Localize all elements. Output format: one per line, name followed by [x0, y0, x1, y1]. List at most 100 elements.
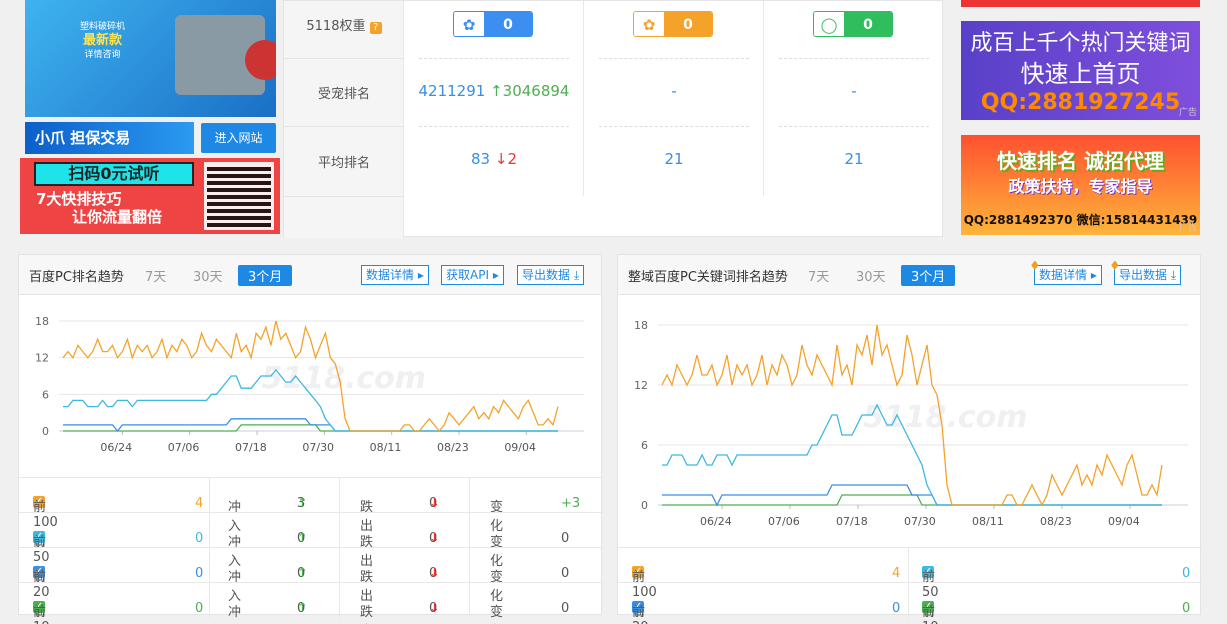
metrics-label-column: 5118权重 ? 受宠排名 平均排名: [284, 1, 404, 238]
change-value: 0: [561, 531, 570, 546]
fav-rank-so360: -: [671, 82, 677, 100]
column-divider: [339, 583, 340, 618]
stat-value: 4: [195, 496, 204, 511]
column-divider: [469, 513, 470, 548]
y-tick-label: 18: [35, 315, 49, 328]
tab-30-days[interactable]: 30天: [193, 266, 223, 285]
data-detail-button[interactable]: 数据详情 ▸: [361, 265, 429, 285]
fav-rank-baidu[interactable]: 4211291 ↑3046894: [404, 82, 584, 100]
enter-site-button[interactable]: 进入网站: [201, 123, 276, 153]
paw-icon: ✿: [634, 12, 664, 36]
ad-qr-text: 7大快排技巧 让你流量翻倍: [36, 190, 162, 226]
divider: [284, 126, 404, 127]
ad-machine-line3: 详情咨询: [84, 50, 121, 60]
divider: [599, 58, 749, 59]
tab-3-months[interactable]: 3个月: [901, 265, 956, 286]
ad-top-strip[interactable]: [961, 0, 1200, 7]
tab-3-months[interactable]: 3个月: [238, 265, 293, 286]
column-divider: [339, 513, 340, 548]
baidu-weight-badge[interactable]: ✿ 0: [453, 11, 533, 37]
stat-label: 前10名: [922, 605, 939, 624]
divider: [779, 58, 929, 59]
baidu-pc-trend-panel: 百度PC排名趋势 7天 30天 3个月 数据详情 ▸ 获取API ▸ 导出数据 …: [18, 254, 603, 624]
y-tick-label: 0: [42, 425, 49, 438]
avg-rank-shenma[interactable]: 21: [764, 150, 944, 168]
column-divider: [908, 583, 909, 618]
ad-qr-title: 扫码0元试听: [34, 162, 194, 186]
column-divider: [209, 478, 210, 513]
help-icon[interactable]: ?: [369, 22, 382, 34]
x-tick-label: 08/11: [370, 441, 402, 454]
qr-code-image: [204, 162, 274, 230]
data-detail-button[interactable]: ♦ 数据详情 ▸: [1029, 259, 1102, 285]
watermark-text: 5118.com: [863, 400, 1028, 435]
x-tick-label: 09/04: [1108, 515, 1140, 528]
vip-crown-icon: ♦: [1029, 259, 1041, 274]
x-tick-label: 07/06: [168, 441, 200, 454]
watermark-text: 5118.com: [262, 361, 427, 396]
ad-agent-line1: 快速排名 诚招代理: [997, 149, 1164, 173]
ad-machine-line2: 最新款: [83, 33, 123, 48]
arrow-up-icon: ↑: [297, 601, 308, 616]
ad-keyword-banner[interactable]: 成百上千个热门关键词 快速上首页 QQ:2881927245 广告: [961, 21, 1200, 120]
ad-qr-banner[interactable]: 扫码0元试听 7大快排技巧 让你流量翻倍: [20, 158, 280, 234]
export-data-button[interactable]: ♦ 导出数据 ⤓: [1109, 259, 1182, 285]
series-line: [63, 424, 558, 432]
y-tick-label: 12: [634, 379, 648, 392]
export-data-label: 导出数据: [1119, 268, 1168, 282]
trend-chart-right: 5118.com 0 6 12 18 06/24 07/06 07/18 07/30 08/11 0…: [634, 319, 1188, 528]
change-label: 变化: [490, 605, 504, 620]
y-tick-label: 0: [641, 499, 648, 512]
avg-rank-baidu[interactable]: 83 ↓2: [404, 150, 584, 168]
stats-row: ✓前100名4✓前50名0: [618, 547, 1202, 619]
x-tick-label: 09/04: [504, 441, 536, 454]
tab-7-days[interactable]: 7天: [145, 266, 166, 285]
get-api-button[interactable]: 获取API ▸: [441, 265, 504, 285]
arrow-up-icon: ↑: [297, 566, 308, 581]
arrow-down-icon: ↓: [429, 601, 440, 616]
baidu-paw-icon: ✿: [454, 12, 484, 36]
export-data-button[interactable]: 导出数据 ⤓: [517, 265, 585, 285]
so360-weight-badge[interactable]: ✿ 0: [633, 11, 713, 37]
ad-agent-banner[interactable]: 快速排名 诚招代理 政策扶持，专家指导 QQ:2881492370 微信:158…: [961, 135, 1200, 235]
ad-qr-line1: 7大快排技巧: [36, 190, 122, 208]
fav-rank-shenma: -: [851, 82, 857, 100]
shenma-weight-badge[interactable]: ◯ 0: [813, 11, 893, 37]
x-tick-label: 07/18: [836, 515, 868, 528]
x-tick-label: 07/06: [768, 515, 800, 528]
x-tick-label: 07/18: [235, 441, 267, 454]
tab-30-days[interactable]: 30天: [856, 266, 886, 285]
change-value: 0: [561, 566, 570, 581]
y-tick-label: 12: [35, 352, 49, 365]
panel-header: 百度PC排名趋势 7天 30天 3个月 数据详情 ▸ 获取API ▸ 导出数据 …: [19, 255, 601, 295]
in-label: 冲入: [228, 605, 242, 620]
stat-value: 0: [892, 601, 901, 616]
fav-rank-change-value: 3046894: [502, 82, 570, 100]
get-api-label: 获取API: [446, 268, 489, 282]
column-divider: [908, 548, 909, 583]
ad-machine-banner[interactable]: 塑料破碎机 最新款 详情咨询: [25, 0, 276, 117]
x-tick-label: 07/30: [904, 515, 936, 528]
stat-value: 0: [1182, 566, 1191, 581]
download-icon: ⤓: [573, 268, 580, 282]
column-divider: [469, 548, 470, 583]
divider: [599, 126, 749, 127]
arrow-down-icon: ↓: [429, 531, 440, 546]
ad-xiaozhua-banner[interactable]: 小爪 担保交易: [25, 122, 194, 154]
stats-table-right: ✓前100名4✓前50名0✓前20名0✓前10名0: [618, 547, 1202, 624]
column-divider: [469, 478, 470, 513]
stat-value: 0: [195, 601, 204, 616]
avg-rank-so360[interactable]: 21: [584, 150, 764, 168]
tab-7-days[interactable]: 7天: [808, 266, 829, 285]
divider: [419, 126, 569, 127]
arrow-down-icon: ↓: [429, 566, 440, 581]
stat-label: 前10名: [33, 605, 50, 624]
arrow-down-icon: ↓: [494, 150, 508, 168]
caret-right-icon: ▸: [417, 268, 424, 282]
data-detail-label: 数据详情: [1039, 268, 1088, 282]
ad-keyword-line2: 快速上首页: [1020, 60, 1141, 88]
ad-qr-line2: 让你流量翻倍: [72, 208, 163, 226]
column-divider: [209, 583, 210, 618]
ad-tag: 广告: [1178, 223, 1197, 233]
download-icon: ⤓: [1170, 268, 1177, 282]
